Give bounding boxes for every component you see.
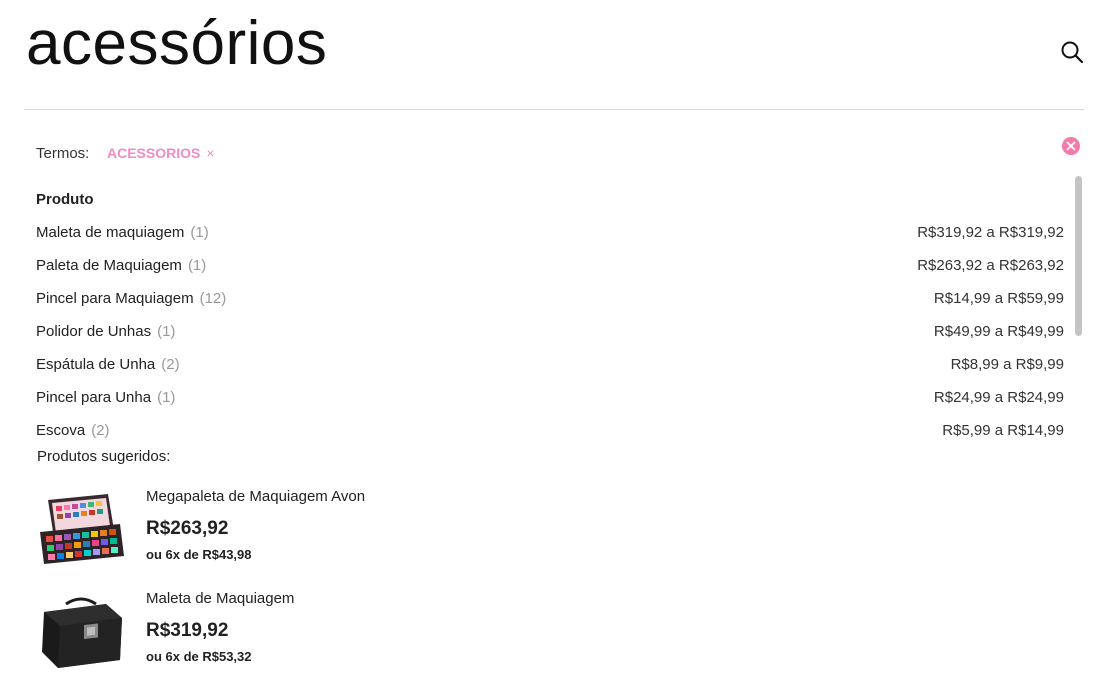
product-price: R$263,92	[146, 518, 229, 539]
facet-count: (1)	[157, 323, 176, 340]
search-query-text[interactable]: acessórios	[26, 8, 327, 80]
search-terms-row: Termos: ACESSORIOS ×	[36, 137, 1086, 164]
facet-count: (2)	[161, 356, 180, 373]
facet-item[interactable]: Maleta de maquiagem (1) R$319,92 a R$319,…	[36, 222, 1064, 255]
facet-item[interactable]: Pincel para Maquiagem (12) R$14,99 a R$59…	[36, 288, 1064, 321]
product-filter-panel: Produto Maleta de maquiagem (1) R$319,92 …	[36, 186, 1086, 440]
facet-price-range: R$14,99 a R$59,99	[933, 290, 1064, 307]
facet-name: Escova	[36, 422, 86, 439]
facet-name: Pincel para Maquiagem	[36, 290, 194, 307]
product-image-case[interactable]	[36, 590, 126, 670]
facet-count: (1)	[190, 224, 209, 241]
clear-terms-button[interactable]	[1062, 137, 1080, 155]
product-installments: ou 6x de R$43,98	[146, 547, 252, 562]
facet-name: Paleta de Maquiagem	[36, 257, 182, 274]
product-price: R$319,92	[146, 620, 229, 641]
facet-item[interactable]: Espátula de Unha (2) R$8,99 a R$9,99	[36, 354, 1064, 387]
facet-name: Polidor de Unhas	[36, 323, 152, 340]
facet-price-range: R$5,99 a R$14,99	[942, 422, 1064, 439]
facet-price-range: R$319,92 a R$319,92	[917, 224, 1064, 241]
facet-item[interactable]: Escova (2) R$5,99 a R$14,99	[36, 420, 1064, 440]
filter-scrollbar[interactable]	[1075, 176, 1082, 336]
facet-count: (1)	[157, 389, 176, 406]
term-chip-remove-icon[interactable]: ×	[206, 145, 214, 161]
filter-heading: Produto	[36, 191, 94, 208]
facet-price-range: R$49,99 a R$49,99	[933, 323, 1064, 340]
product-image-palette[interactable]	[36, 488, 126, 568]
term-chip-acessorios[interactable]: ACESSORIOS ×	[107, 145, 215, 161]
suggested-product[interactable]: Megapaleta de Maquiagem Avon R$263,92 ou…	[36, 488, 936, 578]
search-header: acessórios	[24, 0, 1084, 110]
facet-count: (12)	[199, 290, 227, 307]
product-installments: ou 6x de R$53,32	[146, 649, 252, 664]
product-name[interactable]: Megapaleta de Maquiagem Avon	[146, 488, 365, 505]
suggestions-title: Produtos sugeridos:	[37, 448, 171, 465]
facet-item[interactable]: Paleta de Maquiagem (1) R$263,92 a R$263,…	[36, 255, 1064, 288]
search-icon[interactable]	[1060, 40, 1084, 64]
facet-price-range: R$263,92 a R$263,92	[917, 257, 1064, 274]
facet-item[interactable]: Pincel para Unha (1) R$24,99 a R$24,99	[36, 387, 1064, 420]
facet-name: Pincel para Unha	[36, 389, 152, 406]
facet-list: Maleta de maquiagem (1) R$319,92 a R$319,…	[36, 222, 1064, 440]
suggested-product[interactable]: Maleta de Maquiagem R$319,92 ou 6x de R$…	[36, 590, 936, 680]
facet-name: Espátula de Unha	[36, 356, 156, 373]
facet-count: (1)	[187, 257, 207, 274]
product-name[interactable]: Maleta de Maquiagem	[146, 590, 294, 607]
terms-label: Termos:	[36, 145, 90, 162]
facet-item[interactable]: Polidor de Unhas (1) R$49,99 a R$49,99	[36, 321, 1064, 354]
facet-count: (2)	[91, 422, 110, 439]
term-chip-label: ACESSORIOS	[107, 145, 201, 161]
close-icon	[1066, 141, 1076, 151]
facet-name: Maleta de maquiagem	[36, 224, 185, 241]
facet-price-range: R$24,99 a R$24,99	[933, 389, 1064, 406]
facet-price-range: R$8,99 a R$9,99	[950, 356, 1064, 373]
